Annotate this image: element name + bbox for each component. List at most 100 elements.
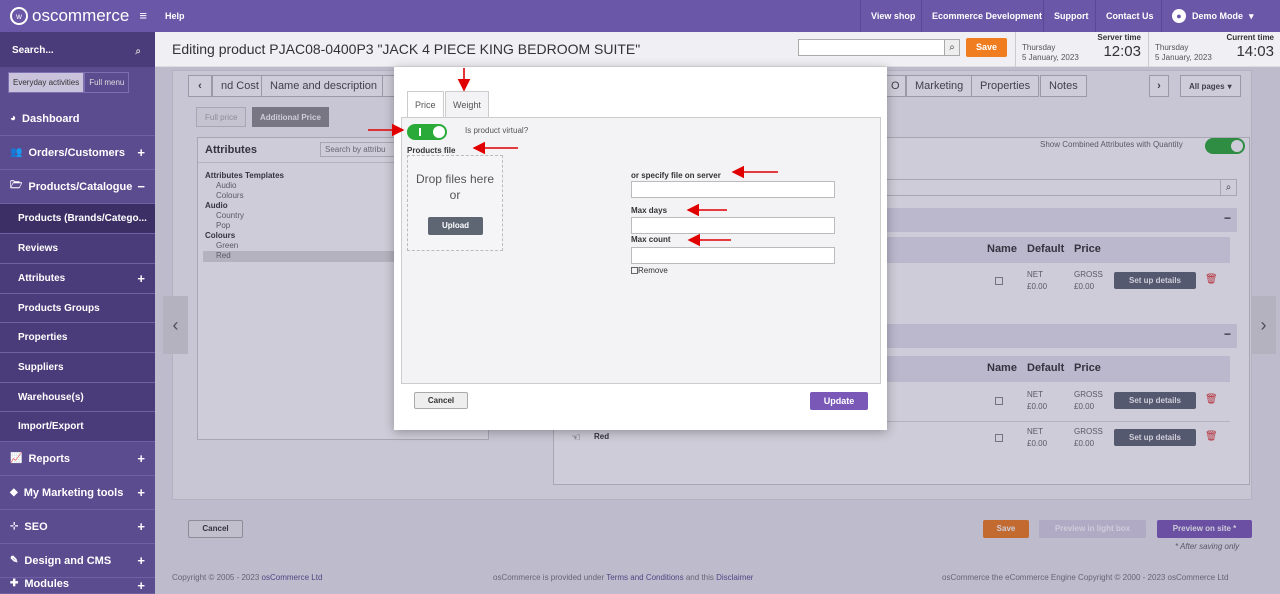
sidebar-item-products[interactable]: 🗁 Products/Catalogue −	[0, 170, 155, 204]
page-title: Editing product PJAC08-0400P3 "JACK 4 PI…	[172, 41, 641, 57]
collapse-icon[interactable]: −	[137, 179, 145, 194]
sidebar-item-label: Reports	[28, 452, 71, 465]
current-clock: 14:03	[1236, 43, 1274, 60]
sidebar-item-label: Import/Export	[18, 421, 84, 432]
expand-icon[interactable]: +	[137, 519, 145, 534]
server-day: Thursday	[1022, 43, 1056, 52]
sidebar-tabs: Everyday activities Full menu	[8, 72, 130, 93]
sidebar-search-placeholder: Search...	[12, 45, 54, 56]
remove-option: Remove	[631, 266, 668, 275]
file-dropzone[interactable]: Drop files here or	[407, 155, 503, 251]
tab-full-menu[interactable]: Full menu	[84, 72, 130, 93]
tag-icon: ◆	[10, 487, 18, 498]
dashboard-icon: ◕	[10, 113, 17, 124]
current-date-text: 5 January, 2023	[1155, 53, 1212, 62]
sidebar-item-modules[interactable]: ✚ Modules +	[0, 578, 155, 594]
header-search-input[interactable]	[798, 39, 945, 56]
sidebar-item-attributes[interactable]: Attributes +	[0, 264, 155, 294]
brush-icon: ✎	[10, 555, 19, 566]
sidebar-item-label: Properties	[18, 332, 68, 343]
sidebar-item-label: Reviews	[18, 243, 59, 254]
max-count-label: Max count	[631, 235, 671, 244]
sidebar-item-seo[interactable]: ⊹ SEO +	[0, 510, 155, 544]
view-shop-link[interactable]: View shop	[860, 0, 925, 32]
caret-down-icon: ▾	[1249, 10, 1254, 21]
user-menu[interactable]: ● Demo Mode ▾	[1161, 0, 1264, 32]
expand-icon[interactable]: +	[137, 553, 145, 568]
tab-weight[interactable]: Weight	[445, 91, 489, 117]
header-save-button[interactable]: Save	[966, 38, 1007, 57]
max-count-input[interactable]	[631, 247, 835, 264]
server-date: Thursday 5 January, 2023	[1022, 43, 1079, 63]
tab-price[interactable]: Price	[407, 91, 444, 117]
page-header: Editing product PJAC08-0400P3 "JACK 4 PI…	[155, 32, 1280, 67]
sidebar-item-warehouses[interactable]: Warehouse(s)	[0, 383, 155, 412]
sidebar-item-label: Modules	[24, 578, 70, 590]
virtual-label: Is product virtual?	[465, 126, 529, 135]
sidebar-item-import-export[interactable]: Import/Export	[0, 412, 155, 442]
current-date: Thursday 5 January, 2023	[1155, 43, 1212, 63]
max-days-input[interactable]	[631, 217, 835, 234]
sidebar: w oscommerce ≡ Search... ⌕ Everyday acti…	[0, 0, 155, 594]
product-modal: Price Weight Is product virtual? Product…	[394, 67, 887, 430]
top-bar: Help View shop Ecommerce Development Sup…	[155, 0, 1280, 32]
specify-file-label: or specify file on server	[631, 171, 721, 180]
remove-label: Remove	[638, 266, 668, 275]
puzzle-icon: ✚	[10, 578, 19, 589]
expand-icon[interactable]: +	[137, 578, 145, 593]
expand-icon[interactable]: +	[137, 145, 145, 160]
sidebar-search[interactable]: Search... ⌕	[0, 32, 155, 67]
user-name: Demo Mode	[1192, 11, 1244, 21]
sidebar-item-label: My Marketing tools	[23, 486, 124, 499]
or-text: or	[449, 188, 461, 202]
products-file-label: Products file	[407, 146, 456, 155]
modal-update-button[interactable]: Update	[810, 392, 868, 410]
sidebar-item-label: Design and CMS	[24, 554, 112, 567]
sidebar-item-label: Dashboard	[22, 112, 80, 125]
drop-text: Drop files here	[415, 172, 495, 186]
modal-cancel-button[interactable]: Cancel	[414, 392, 468, 409]
sitemap-icon: ⊹	[10, 521, 19, 532]
logo-mark-icon: w	[10, 7, 28, 25]
expand-icon[interactable]: +	[137, 485, 145, 500]
sidebar-item-dashboard[interactable]: ◕ Dashboard	[0, 102, 155, 136]
upload-button[interactable]: Upload	[428, 217, 483, 235]
tab-everyday-activities[interactable]: Everyday activities	[8, 72, 85, 93]
sidebar-item-label: Products/Catalogue	[28, 180, 133, 193]
search-icon[interactable]: ⌕	[944, 39, 960, 56]
sidebar-item-properties[interactable]: Properties	[0, 323, 155, 353]
sidebar-item-design[interactable]: ✎ Design and CMS +	[0, 544, 155, 578]
avatar: ●	[1172, 9, 1186, 23]
logo-text: oscommerce	[32, 6, 130, 25]
support-link[interactable]: Support	[1043, 0, 1099, 32]
current-time-label: Current time	[1226, 33, 1274, 42]
sidebar-item-reviews[interactable]: Reviews	[0, 234, 155, 264]
current-day: Thursday	[1155, 43, 1189, 52]
sidebar-item-label: Suppliers	[18, 362, 64, 373]
sidebar-item-marketing[interactable]: ◆ My Marketing tools +	[0, 476, 155, 510]
sidebar-item-label: Products Groups	[18, 302, 100, 314]
sidebar-item-label: Orders/Customers	[28, 146, 126, 159]
sidebar-item-suppliers[interactable]: Suppliers	[0, 353, 155, 383]
server-clock: 12:03	[1103, 43, 1141, 60]
contact-us-link[interactable]: Contact Us	[1095, 0, 1164, 32]
logo[interactable]: w oscommerce ≡	[0, 0, 155, 32]
expand-icon[interactable]: +	[137, 271, 145, 286]
sidebar-item-reports[interactable]: 📈 Reports +	[0, 442, 155, 476]
remove-checkbox[interactable]	[631, 267, 638, 274]
virtual-toggle[interactable]	[407, 124, 447, 140]
server-file-input[interactable]	[631, 181, 835, 198]
sidebar-item-products-brands[interactable]: Products (Brands/Catego...	[0, 204, 155, 234]
sidebar-item-orders[interactable]: 👥 Orders/Customers +	[0, 136, 155, 170]
sidebar-item-label: Attributes	[18, 273, 66, 284]
help-link[interactable]: Help	[155, 0, 195, 32]
expand-icon[interactable]: +	[137, 451, 145, 466]
server-time-label: Server time	[1097, 33, 1141, 42]
hamburger-icon[interactable]: ≡	[139, 8, 147, 23]
sidebar-item-label: Warehouse(s)	[18, 391, 84, 403]
sidebar-item-label: Products (Brands/Catego...	[18, 213, 147, 224]
server-time: Server time Thursday 5 January, 2023 12:0…	[1015, 32, 1147, 67]
sidebar-item-products-groups[interactable]: Products Groups	[0, 294, 155, 323]
ecommerce-dev-link[interactable]: Ecommerce Development	[921, 0, 1052, 32]
search-icon[interactable]: ⌕	[135, 46, 141, 57]
